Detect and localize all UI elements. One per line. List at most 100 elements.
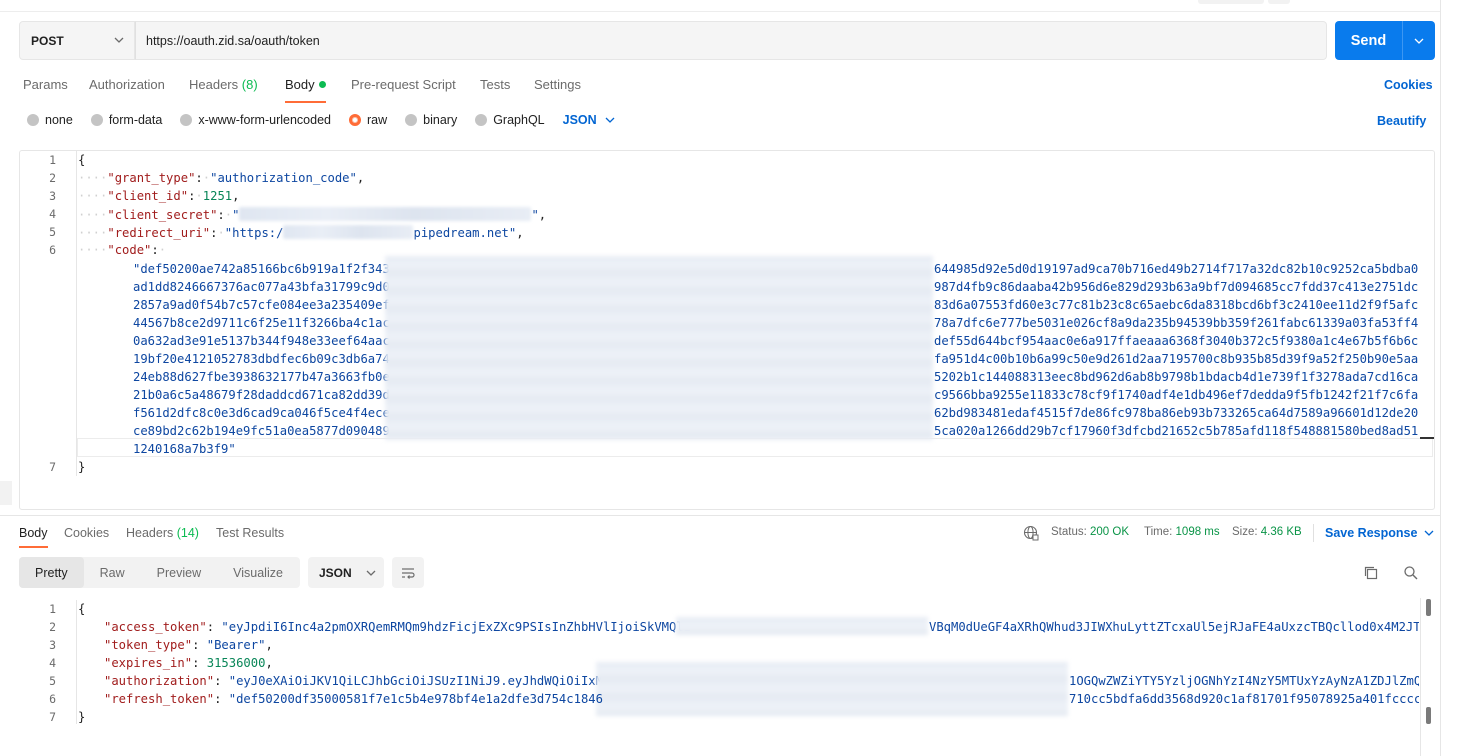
resp-tab-cookies[interactable]: Cookies bbox=[64, 526, 109, 540]
radio-circle-icon bbox=[405, 114, 418, 126]
code-line-2: ····"grant_type":·"authorization_code", bbox=[78, 171, 365, 185]
search-icon[interactable] bbox=[1403, 565, 1419, 581]
tab-body[interactable]: Body bbox=[285, 77, 326, 103]
line-number: 6 bbox=[49, 692, 56, 706]
indent-guide bbox=[76, 151, 77, 476]
resp-tab-headers-label: Headers bbox=[126, 526, 174, 540]
chevron-down-icon bbox=[114, 37, 124, 43]
tab-headers-count: (8) bbox=[241, 77, 258, 92]
view-raw-label: Raw bbox=[99, 565, 125, 580]
code-line-3: ····"client_id":·1251, bbox=[78, 189, 240, 203]
indent-guide bbox=[76, 600, 77, 724]
code-value-line: 5ca020a1266dd29b7cf17960f3dfcbd21652c5b7… bbox=[934, 424, 1419, 438]
tab-authorization[interactable]: Authorization bbox=[89, 77, 165, 92]
tab-prerequest-script[interactable]: Pre-request Script bbox=[351, 77, 456, 92]
save-response-button[interactable]: Save Response bbox=[1325, 526, 1434, 540]
body-type-selector: none form-data x-www-form-urlencoded raw… bbox=[27, 113, 615, 127]
tab-params[interactable]: Params bbox=[23, 77, 68, 92]
beautify-button[interactable]: Beautify bbox=[1377, 114, 1426, 128]
radio-circle-icon bbox=[90, 114, 103, 126]
time-label: Time: bbox=[1144, 526, 1173, 538]
line-number: 1 bbox=[49, 153, 56, 167]
resp-line-6: "refresh_token": "def50200df35000581f7e1… bbox=[104, 692, 603, 706]
view-pretty[interactable]: Pretty bbox=[19, 557, 84, 588]
scrollbar-thumb[interactable] bbox=[1426, 707, 1431, 724]
method-label: POST bbox=[31, 33, 64, 48]
radio-graphql-label: GraphQL bbox=[493, 113, 545, 127]
wrap-lines-icon bbox=[402, 567, 415, 579]
line-number: 5 bbox=[49, 225, 56, 239]
resp-tab-headers-count: (14) bbox=[176, 526, 199, 540]
radio-circle-icon bbox=[475, 114, 488, 126]
cookies-link[interactable]: Cookies bbox=[1384, 78, 1433, 92]
size-indicator: Size: 4.36 KB bbox=[1232, 526, 1302, 538]
method-select[interactable]: POST bbox=[19, 21, 135, 60]
send-label: Send bbox=[1350, 32, 1387, 49]
tab-settings[interactable]: Settings bbox=[534, 77, 581, 92]
top-toolbar-button[interactable] bbox=[1198, 0, 1264, 4]
resp-line-7: } bbox=[78, 710, 86, 724]
radio-binary[interactable]: binary bbox=[405, 113, 457, 127]
url-input[interactable]: https://oauth.zid.sa/oauth/token bbox=[135, 21, 1327, 60]
code-value-line: 78a7dfc6e777be5031e026cf8a9da235b94539bb… bbox=[934, 316, 1419, 330]
view-raw[interactable]: Raw bbox=[84, 557, 141, 588]
pane-divider[interactable] bbox=[0, 515, 1440, 516]
code-value-line: 0a632ad3e91e5137b344f948e33eef64aac bbox=[133, 334, 390, 348]
line-number: 6 bbox=[49, 243, 56, 257]
tab-prerequest-label: Pre-request Script bbox=[351, 77, 456, 92]
send-button[interactable]: Send bbox=[1335, 21, 1435, 60]
authorization-tail: 1OGQwZWZiYTY5YzljOGNhYzI4NzY5MTUxYzAyNzA… bbox=[1069, 674, 1419, 688]
tab-tests[interactable]: Tests bbox=[480, 77, 510, 92]
tab-headers-label: Headers bbox=[189, 77, 239, 92]
code-value-line: f561d2dfc8c0e3d6cad9ca046f5ce4f4ece bbox=[133, 406, 390, 420]
radio-raw-label: raw bbox=[367, 113, 388, 127]
raw-format-select[interactable]: JSON bbox=[563, 113, 615, 127]
view-pretty-label: Pretty bbox=[35, 565, 68, 580]
chevron-down-icon bbox=[1424, 530, 1434, 536]
resp-line-4: "expires_in": 31536000, bbox=[104, 656, 273, 670]
resp-line-2: "access_token": "eyJpdiI6Inc4a2pmOXRQemR… bbox=[104, 620, 692, 634]
radio-urlencoded-label: x-www-form-urlencoded bbox=[198, 113, 331, 127]
status-dot-icon bbox=[318, 81, 326, 88]
radio-graphql[interactable]: GraphQL bbox=[475, 113, 545, 127]
resp-tab-test-results[interactable]: Test Results bbox=[216, 526, 284, 540]
radio-raw[interactable]: raw bbox=[349, 113, 387, 127]
code-value-line: 2857a9ad0f54b7c57cfe084ee3a235409ef bbox=[133, 298, 390, 312]
resp-tab-body[interactable]: Body bbox=[19, 526, 48, 548]
line-number: 7 bbox=[49, 460, 56, 474]
response-format-select[interactable]: JSON bbox=[308, 557, 384, 588]
radio-binary-label: binary bbox=[423, 113, 458, 127]
radio-form-data[interactable]: form-data bbox=[90, 113, 163, 127]
time-indicator: Time: 1098 ms bbox=[1144, 526, 1220, 538]
redacted-blur bbox=[596, 662, 1068, 716]
code-value-line: 644985d92e5d0d19197ad9ca70b716ed49b2714f… bbox=[934, 262, 1419, 276]
access-token-tail: VBqM0dUeGF4aXRhQWhud3JIWXhuLyttZTcxaUl5e… bbox=[929, 620, 1419, 634]
line-number: 5 bbox=[49, 674, 56, 688]
line-number: 3 bbox=[49, 638, 56, 652]
tab-headers[interactable]: Headers (8) bbox=[189, 77, 258, 92]
resp-tab-headers[interactable]: Headers (14) bbox=[126, 526, 199, 540]
top-toolbar-button-small[interactable] bbox=[1268, 0, 1290, 4]
size-value: 4.36 KB bbox=[1260, 526, 1302, 538]
copy-icon[interactable] bbox=[1363, 565, 1379, 581]
send-dropdown[interactable] bbox=[1403, 36, 1435, 46]
chevron-down-icon bbox=[1414, 38, 1424, 44]
code-value-line: 44567b8ce2d9711c6f25e11f3266ba4c1ac bbox=[133, 316, 390, 330]
status-indicator: Status: 200 OK bbox=[1051, 526, 1129, 538]
radio-none[interactable]: none bbox=[27, 113, 73, 127]
status-value: 200 OK bbox=[1090, 526, 1130, 538]
view-visualize[interactable]: Visualize bbox=[217, 557, 299, 588]
view-preview[interactable]: Preview bbox=[141, 557, 217, 588]
line-number: 4 bbox=[49, 207, 56, 221]
code-line-7: } bbox=[78, 460, 86, 474]
wrap-lines-button[interactable] bbox=[392, 557, 424, 588]
radio-urlencoded[interactable]: x-www-form-urlencoded bbox=[180, 113, 331, 127]
radio-selected-icon bbox=[349, 114, 361, 126]
globe-icon[interactable] bbox=[1023, 525, 1039, 541]
radio-form-data-label: form-data bbox=[108, 113, 163, 127]
resp-line-1: { bbox=[78, 602, 86, 616]
top-toolbar-strip bbox=[0, 0, 1440, 12]
view-visualize-label: Visualize bbox=[233, 565, 283, 580]
scrollbar-thumb[interactable] bbox=[1426, 599, 1431, 616]
chevron-down-icon bbox=[366, 570, 376, 576]
